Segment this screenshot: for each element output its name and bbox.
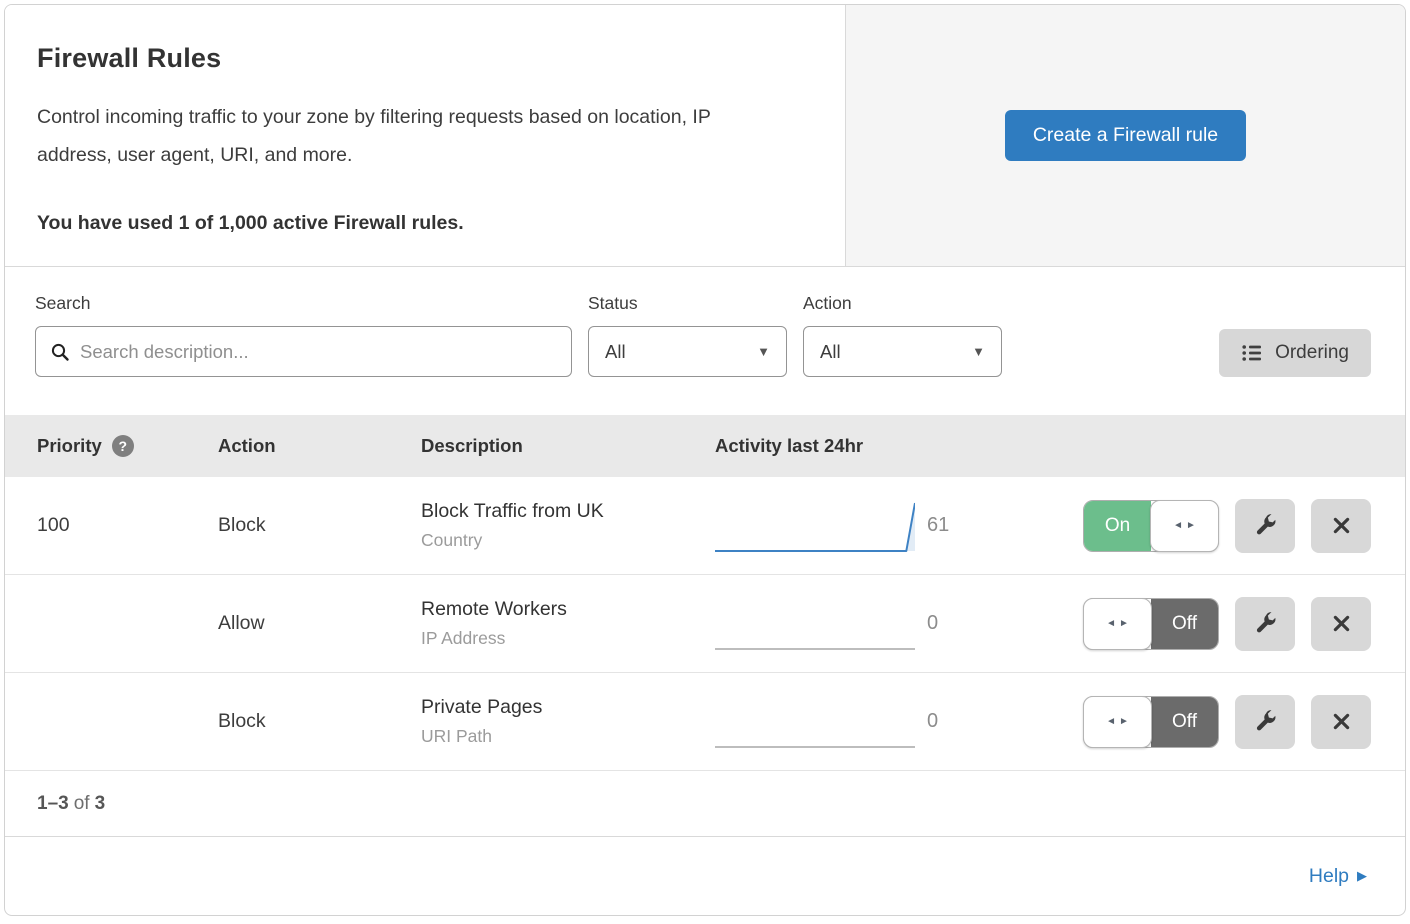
chevron-down-icon: ▼ [972,344,985,359]
rule-action: Allow [218,612,421,635]
column-header-action: Action [218,435,421,457]
wrench-icon [1254,514,1277,537]
ordering-button-label: Ordering [1275,342,1349,364]
rule-description-cell: Block Traffic from UK Country [421,500,715,551]
activity-sparkline [715,499,915,553]
page-header: Firewall Rules Control incoming traffic … [5,5,1405,267]
rule-controls: ◄► Off [1017,597,1371,651]
edit-rule-button[interactable] [1235,695,1295,749]
rule-description-cell: Remote Workers IP Address [421,598,715,649]
wrench-icon [1254,612,1277,635]
edit-rule-button[interactable] [1235,499,1295,553]
rule-description-cell: Private Pages URI Path [421,696,715,747]
pagination-range: 1–3 [37,793,69,815]
rule-match-type: Country [421,530,715,551]
page-description: Control incoming traffic to your zone by… [37,98,789,174]
edit-rule-button[interactable] [1235,597,1295,651]
activity-sparkline [715,597,915,651]
search-icon [50,342,70,362]
table-row: 100 Block Block Traffic from UK Country … [5,477,1405,575]
rule-enable-toggle[interactable]: On ◄► [1083,500,1219,552]
status-label: Status [588,293,787,314]
action-select[interactable]: All ▼ [803,326,1002,377]
activity-sparkline [715,695,915,749]
column-header-priority: Priority ? [37,435,218,457]
search-filter-group: Search [35,293,572,377]
pagination-total: 3 [95,793,106,815]
chevron-down-icon: ▼ [757,344,770,359]
toggle-state-label: Off [1151,599,1218,649]
close-icon [1331,613,1352,634]
firewall-rules-card: Firewall Rules Control incoming traffic … [4,4,1406,916]
status-selected-value: All [605,341,626,363]
create-firewall-rule-button[interactable]: Create a Firewall rule [1005,110,1246,161]
rule-controls: On ◄► [1017,499,1371,553]
help-link-label: Help [1309,865,1349,888]
close-icon [1331,711,1352,732]
toggle-state-label: Off [1151,697,1218,747]
rule-match-type: IP Address [421,628,715,649]
filter-bar: Search Status All ▼ Action All ▼ [5,267,1405,415]
status-filter-group: Status All ▼ [588,293,787,377]
close-icon [1331,515,1352,536]
rule-action: Block [218,710,421,733]
help-question-icon[interactable]: ? [112,435,134,457]
toggle-handle-icon: ◄► [1083,696,1152,748]
ordered-list-icon [1241,342,1263,364]
rule-description: Remote Workers [421,598,715,621]
rule-priority: 100 [37,514,218,537]
table-header-row: Priority ? Action Description Activity l… [5,415,1405,477]
help-link[interactable]: Help ▶ [1309,865,1367,888]
rule-enable-toggle[interactable]: ◄► Off [1083,696,1219,748]
toggle-handle-icon: ◄► [1083,598,1152,650]
toggle-state-label: On [1084,501,1151,551]
rule-match-type: URI Path [421,726,715,747]
toggle-handle-icon: ◄► [1150,500,1219,552]
status-select[interactable]: All ▼ [588,326,787,377]
pagination-of-text: of [74,793,90,815]
activity-count: 0 [927,710,1017,733]
search-input[interactable] [80,341,557,363]
action-filter-group: Action All ▼ [803,293,1002,377]
usage-note: You have used 1 of 1,000 active Firewall… [37,212,789,235]
action-selected-value: All [820,341,841,363]
page-title: Firewall Rules [37,43,789,74]
pagination-bar: 1–3 of 3 [5,771,1405,837]
table-row: Allow Remote Workers IP Address 0 ◄► Off [5,575,1405,673]
column-header-activity: Activity last 24hr [715,435,1371,457]
search-label: Search [35,293,572,314]
action-label: Action [803,293,1002,314]
delete-rule-button[interactable] [1311,695,1371,749]
column-header-description: Description [421,435,715,457]
footer-bar: Help ▶ [5,837,1405,915]
rule-controls: ◄► Off [1017,695,1371,749]
ordering-button[interactable]: Ordering [1219,329,1371,377]
activity-count: 0 [927,612,1017,635]
rule-description: Private Pages [421,696,715,719]
wrench-icon [1254,710,1277,733]
rule-description: Block Traffic from UK [421,500,715,523]
table-row: Block Private Pages URI Path 0 ◄► Off [5,673,1405,771]
header-text-panel: Firewall Rules Control incoming traffic … [5,5,845,266]
rule-action: Block [218,514,421,537]
activity-count: 61 [927,514,1017,537]
help-arrow-icon: ▶ [1357,868,1367,884]
header-action-panel: Create a Firewall rule [845,5,1405,266]
delete-rule-button[interactable] [1311,597,1371,651]
delete-rule-button[interactable] [1311,499,1371,553]
rule-enable-toggle[interactable]: ◄► Off [1083,598,1219,650]
search-box [35,326,572,377]
